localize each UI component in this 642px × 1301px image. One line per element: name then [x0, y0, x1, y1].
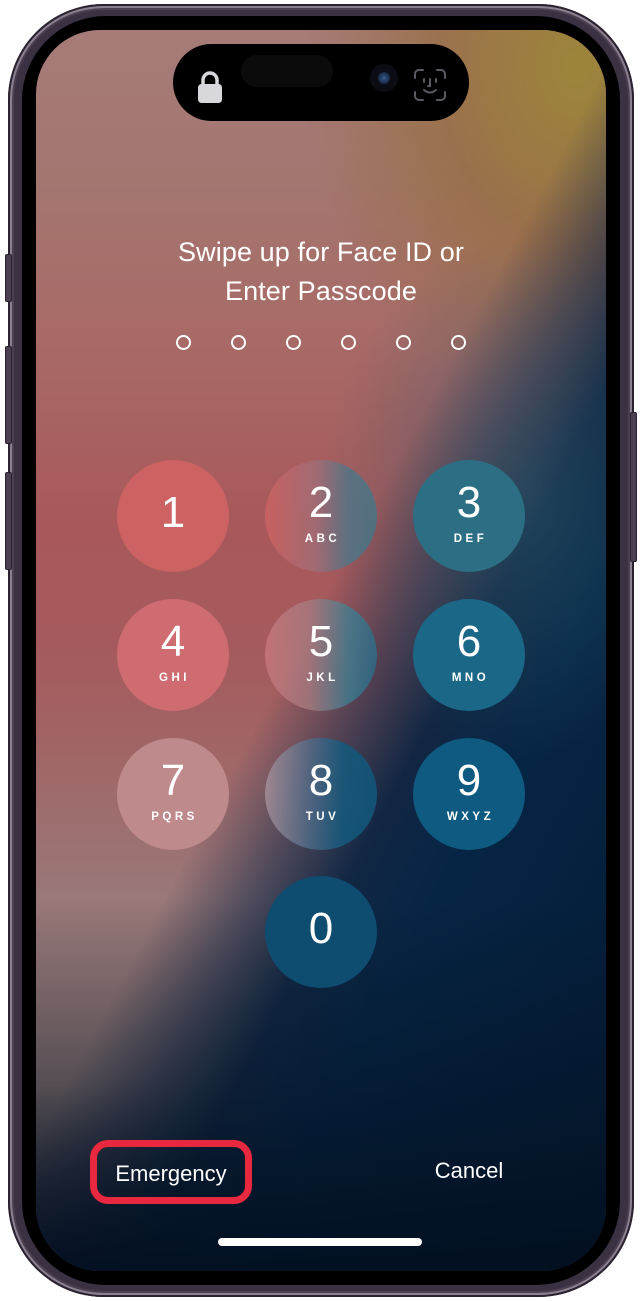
key-4[interactable]: 4 GHI	[117, 599, 229, 711]
volume-up-button	[5, 346, 12, 444]
key-digit: 2	[308, 478, 334, 527]
key-2[interactable]: 2 ABC	[265, 460, 377, 572]
key-digit: 0	[308, 904, 334, 953]
home-indicator[interactable]	[218, 1238, 422, 1246]
face-id-icon	[414, 69, 446, 101]
passcode-dot	[451, 335, 466, 350]
key-digit: 7	[160, 756, 186, 805]
passcode-dots	[176, 335, 466, 357]
key-digit: 8	[308, 756, 334, 805]
key-digit: 6	[456, 617, 482, 666]
passcode-dot	[341, 335, 356, 350]
dynamic-island	[173, 44, 469, 121]
island-sensor	[241, 55, 333, 87]
key-digit: 4	[160, 617, 186, 666]
key-letters: JKL	[306, 672, 339, 684]
lock-screen: Swipe up for Face ID or Enter Passcode 1…	[36, 30, 606, 1271]
key-letters: MNO	[451, 672, 490, 684]
front-camera	[370, 64, 398, 92]
key-7[interactable]: 7 PQRS	[117, 738, 229, 850]
action-button	[5, 254, 12, 302]
emergency-highlight: Emergency	[90, 1140, 252, 1204]
key-digit: 5	[308, 617, 334, 666]
key-letters: WXYZ	[446, 811, 495, 823]
passcode-dot	[231, 335, 246, 350]
key-digit: 9	[456, 756, 482, 805]
passcode-dot	[176, 335, 191, 350]
key-letters: ABC	[304, 533, 341, 545]
key-8[interactable]: 8 TUV	[265, 738, 377, 850]
key-letters: TUV	[305, 811, 340, 823]
prompt-line-1: Swipe up for Face ID or	[178, 237, 464, 267]
passcode-dot	[286, 335, 301, 350]
side-power-button	[630, 412, 637, 562]
passcode-dot	[396, 335, 411, 350]
key-digit: 1	[160, 488, 186, 537]
key-3[interactable]: 3 DEF	[413, 460, 525, 572]
volume-down-button	[5, 472, 12, 570]
key-6[interactable]: 6 MNO	[413, 599, 525, 711]
passcode-prompt: Swipe up for Face ID or Enter Passcode	[36, 233, 606, 311]
key-9[interactable]: 9 WXYZ	[413, 738, 525, 850]
key-1[interactable]: 1	[117, 460, 229, 572]
key-0[interactable]: 0	[265, 876, 377, 988]
key-digit: 3	[456, 478, 482, 527]
key-letters: DEF	[453, 533, 488, 545]
emergency-button[interactable]: Emergency	[97, 1161, 245, 1187]
key-5[interactable]: 5 JKL	[265, 599, 377, 711]
prompt-line-2: Enter Passcode	[224, 276, 417, 306]
key-letters: PQRS	[151, 811, 198, 823]
cancel-button[interactable]: Cancel	[416, 1158, 522, 1184]
key-letters: GHI	[159, 672, 190, 684]
lock-icon	[198, 71, 222, 103]
